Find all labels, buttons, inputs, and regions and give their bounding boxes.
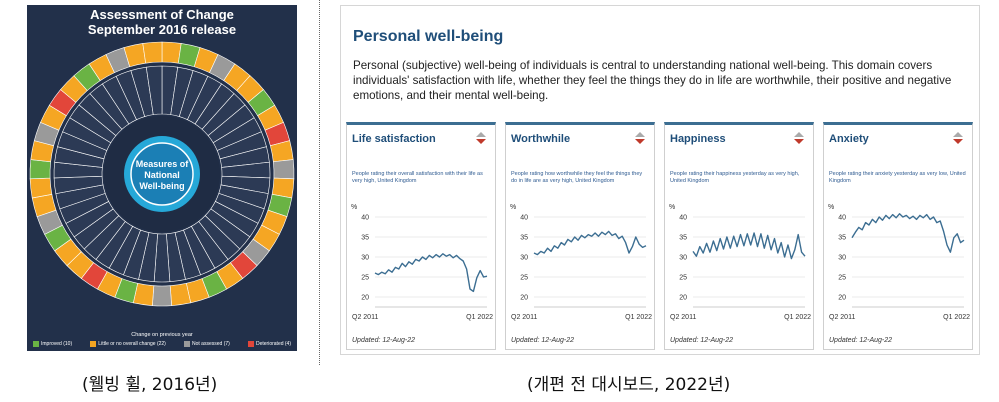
x-start-label: Q2 2011 bbox=[511, 314, 537, 321]
y-tick-label: 35 bbox=[838, 235, 846, 242]
x-start-label: Q2 2011 bbox=[670, 314, 696, 321]
updated-date: Updated: 12-Aug-22 bbox=[670, 337, 734, 344]
y-tick-label: 20 bbox=[679, 295, 687, 302]
card-description: People rating their happiness yesterday … bbox=[670, 171, 800, 184]
dashboard-panel: Personal well-being Personal (subjective… bbox=[340, 5, 980, 355]
y-tick-label: 35 bbox=[520, 235, 528, 242]
series-line bbox=[533, 230, 647, 256]
series-line bbox=[851, 213, 965, 253]
y-tick-label: 25 bbox=[520, 275, 528, 282]
wheel-center-line3: Well-being bbox=[139, 181, 184, 191]
wellbeing-wheel: Measures of National Well-being bbox=[29, 41, 295, 307]
y-tick-label: 25 bbox=[679, 275, 687, 282]
card-description: People rating how worthwhile they feel t… bbox=[511, 171, 643, 184]
series-line bbox=[374, 253, 488, 293]
expand-toggle-icon[interactable] bbox=[475, 131, 487, 145]
caption-right: (개편 전 대시보드, 2022년) bbox=[527, 375, 731, 395]
expand-toggle-icon[interactable] bbox=[952, 131, 964, 145]
updated-date: Updated: 12-Aug-22 bbox=[511, 337, 575, 344]
card-title: Worthwhile bbox=[511, 133, 571, 145]
wheel-outer-segment bbox=[142, 41, 163, 64]
y-tick-label: 40 bbox=[838, 215, 846, 222]
y-tick-label: 30 bbox=[520, 255, 528, 262]
page-title: Personal well-being bbox=[353, 28, 504, 45]
wheel-center-line1: Measures of bbox=[136, 159, 190, 169]
y-tick-label: 40 bbox=[361, 215, 369, 222]
card-title: Life satisfaction bbox=[352, 133, 436, 145]
updated-date: Updated: 12-Aug-22 bbox=[352, 337, 416, 344]
x-end-label: Q1 2022 bbox=[943, 314, 970, 321]
card-title: Happiness bbox=[670, 133, 726, 145]
wheel-title: Assessment of Change September 2016 rele… bbox=[27, 7, 297, 37]
wheel-outer-segment bbox=[29, 177, 53, 199]
wheel-legend: Change on previous year Improved (10) Li… bbox=[33, 332, 291, 347]
y-tick-label: 40 bbox=[679, 215, 687, 222]
page-description: Personal (subjective) well-being of indi… bbox=[353, 59, 952, 102]
line-chart: % 20 25 30 35 40 Q2 2011 Q1 2022 bbox=[828, 204, 970, 321]
line-chart: % 20 25 30 35 40 Q2 2011 Q1 2022 bbox=[510, 204, 652, 321]
x-end-label: Q1 2022 bbox=[466, 314, 493, 321]
y-tick-label: 35 bbox=[679, 235, 687, 242]
y-tick-label: 25 bbox=[361, 275, 369, 282]
x-start-label: Q2 2011 bbox=[352, 314, 378, 321]
y-tick-label: 30 bbox=[838, 255, 846, 262]
legend-item-deteriorated: Deteriorated (4) bbox=[247, 341, 291, 347]
expand-toggle-icon[interactable] bbox=[793, 131, 805, 145]
wheel-outer-segment bbox=[29, 159, 52, 180]
card-worthwhile[interactable]: Worthwhile People rating how worthwhile … bbox=[505, 122, 655, 350]
y-tick-label: 25 bbox=[838, 275, 846, 282]
line-chart: % 20 25 30 35 40 Q2 2011 Q1 2022 bbox=[351, 204, 493, 321]
line-chart: % 20 25 30 35 40 Q2 2011 Q1 2022 bbox=[669, 204, 811, 321]
y-unit-label: % bbox=[669, 204, 675, 211]
x-end-label: Q1 2022 bbox=[784, 314, 811, 321]
wheel-center-line2: National bbox=[144, 170, 180, 180]
wheel-outer-segment bbox=[161, 41, 182, 64]
legend-item-little-change: Little or no overall change (22) bbox=[90, 341, 166, 347]
y-tick-label: 40 bbox=[520, 215, 528, 222]
y-tick-label: 35 bbox=[361, 235, 369, 242]
card-anxiety[interactable]: Anxiety People rating their anxiety yest… bbox=[823, 122, 973, 350]
wheel-outer-segment bbox=[272, 159, 295, 180]
card-title: Anxiety bbox=[829, 133, 869, 145]
caption-left: (웰빙 휠, 2016년) bbox=[82, 375, 218, 395]
updated-date: Updated: 12-Aug-22 bbox=[829, 337, 893, 344]
legend-item-improved: Improved (10) bbox=[33, 341, 72, 347]
wheel-title-line1: Assessment of Change bbox=[90, 7, 234, 22]
y-tick-label: 30 bbox=[361, 255, 369, 262]
card-happiness[interactable]: Happiness People rating their happiness … bbox=[664, 122, 814, 350]
y-unit-label: % bbox=[510, 204, 516, 211]
legend-item-not-assessed: Not assessed (7) bbox=[184, 341, 230, 347]
y-tick-label: 20 bbox=[838, 295, 846, 302]
y-tick-label: 20 bbox=[520, 295, 528, 302]
card-life-satisfaction[interactable]: Life satisfaction People rating their ov… bbox=[346, 122, 496, 350]
card-description: People rating their anxiety yesterday as… bbox=[829, 171, 966, 184]
y-unit-label: % bbox=[828, 204, 834, 211]
card-description: People rating their overall satisfaction… bbox=[352, 171, 483, 184]
wheel-title-line2: September 2016 release bbox=[87, 22, 237, 37]
wellbeing-wheel-panel: Assessment of Change September 2016 rele… bbox=[27, 5, 297, 351]
x-start-label: Q2 2011 bbox=[829, 314, 855, 321]
x-end-label: Q1 2022 bbox=[625, 314, 652, 321]
y-tick-label: 30 bbox=[679, 255, 687, 262]
divider-line bbox=[319, 0, 320, 365]
y-tick-label: 20 bbox=[361, 295, 369, 302]
wheel-outer-segment bbox=[152, 285, 172, 307]
legend-title: Change on previous year bbox=[131, 332, 193, 338]
expand-toggle-icon[interactable] bbox=[634, 131, 646, 145]
y-unit-label: % bbox=[351, 204, 357, 211]
